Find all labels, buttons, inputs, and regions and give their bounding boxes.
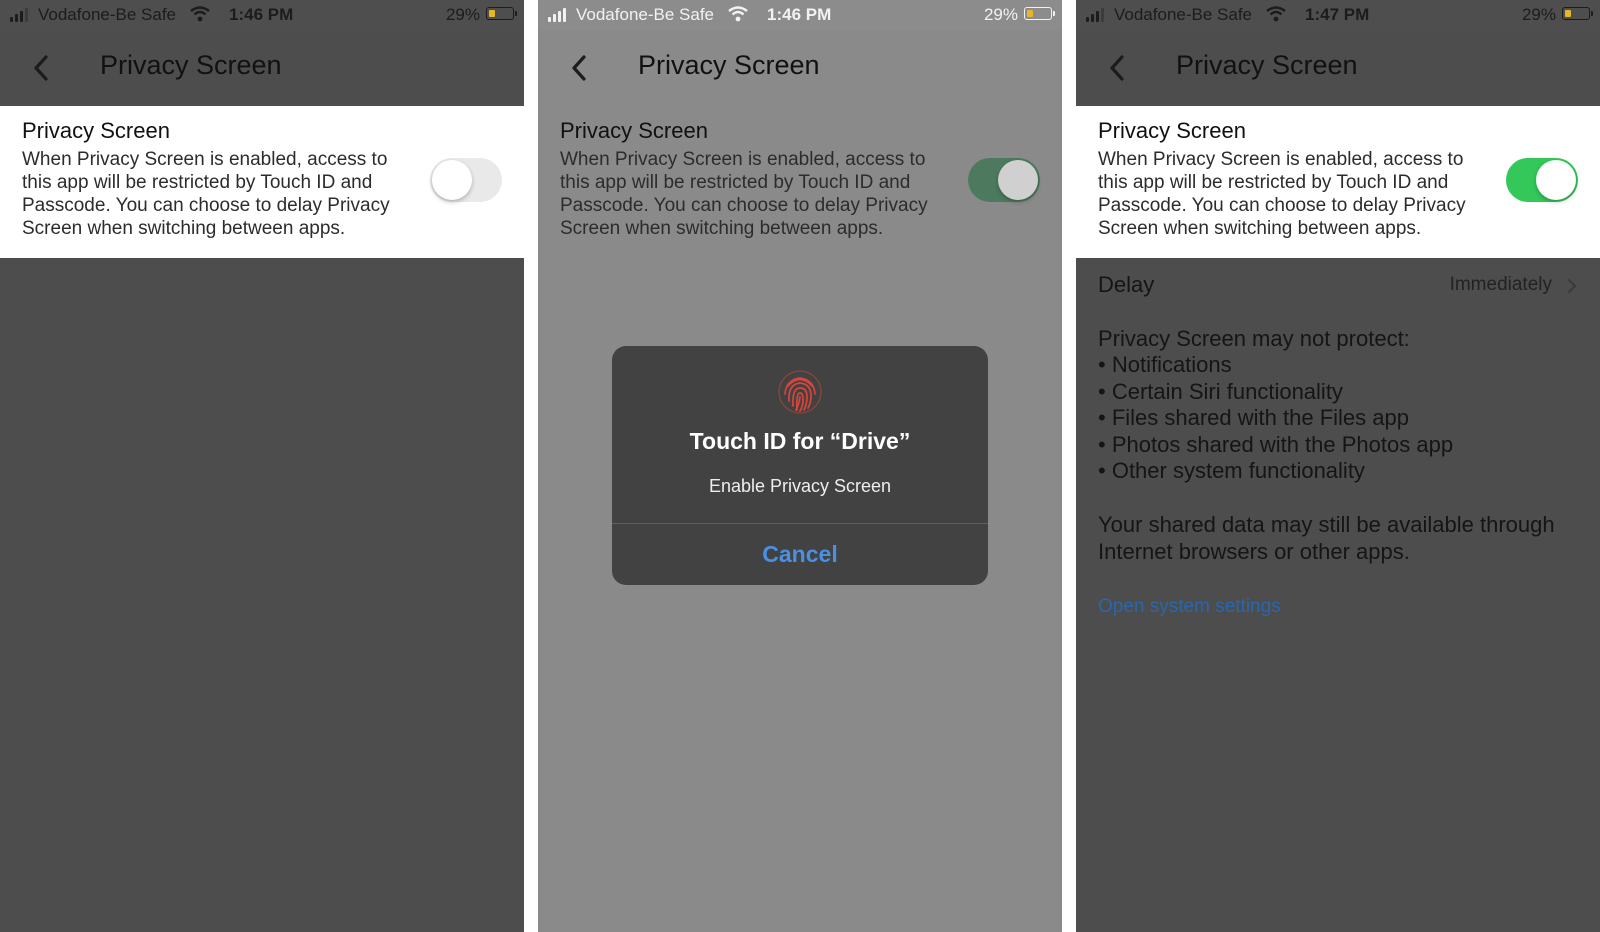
protection-title: Privacy Screen may not protect: bbox=[1098, 326, 1410, 351]
delay-row[interactable]: Delay Immediately bbox=[1076, 258, 1600, 314]
status-time: 1:47 PM bbox=[1305, 5, 1370, 24]
list-item: Certain Siri functionality bbox=[1098, 379, 1453, 406]
privacy-screen-setting: Privacy Screen When Privacy Screen is en… bbox=[1076, 106, 1600, 258]
setting-title: Privacy Screen bbox=[1098, 118, 1246, 143]
nav-bar: Privacy Screen bbox=[1076, 30, 1600, 106]
privacy-screen-setting: Privacy Screen When Privacy Screen is en… bbox=[0, 106, 524, 258]
toggle-knob bbox=[1536, 160, 1576, 200]
carrier-name: Vodafone-Be Safe bbox=[576, 5, 715, 24]
fingerprint-icon bbox=[778, 370, 822, 414]
cancel-button[interactable]: Cancel bbox=[612, 524, 988, 585]
list-item: Photos shared with the Photos app bbox=[1098, 432, 1453, 459]
privacy-screen-setting: Privacy Screen When Privacy Screen is en… bbox=[538, 106, 1062, 258]
touch-id-dialog: Touch ID for “Drive” Enable Privacy Scre… bbox=[612, 346, 988, 585]
open-system-settings-link[interactable]: Open system settings bbox=[1098, 596, 1281, 618]
wifi-icon bbox=[1266, 6, 1286, 22]
page-title: Privacy Screen bbox=[1176, 50, 1358, 80]
privacy-screen-toggle[interactable] bbox=[968, 158, 1040, 202]
status-time: 1:46 PM bbox=[767, 5, 832, 24]
signal-icon bbox=[10, 8, 30, 22]
list-item: Files shared with the Files app bbox=[1098, 405, 1453, 432]
signal-icon bbox=[1086, 8, 1106, 22]
shared-data-note: Your shared data may still be available … bbox=[1098, 512, 1555, 564]
carrier-name: Vodafone-Be Safe bbox=[1114, 5, 1253, 24]
screen-toggle-on: Vodafone-Be Safe 1:47 PM 29% Privacy Scr… bbox=[1076, 0, 1600, 932]
status-bar: Vodafone-Be Safe 1:47 PM 29% bbox=[1076, 0, 1600, 30]
toggle-knob bbox=[998, 160, 1038, 200]
wifi-icon bbox=[728, 6, 748, 22]
carrier-name: Vodafone-Be Safe bbox=[38, 5, 177, 24]
nav-bar: Privacy Screen bbox=[538, 30, 1062, 107]
battery-percent: 29% bbox=[445, 5, 480, 24]
battery-percent: 29% bbox=[1521, 5, 1556, 24]
dialog-title: Touch ID for “Drive” bbox=[689, 428, 911, 454]
back-chevron-icon[interactable] bbox=[566, 52, 594, 84]
setting-title: Privacy Screen bbox=[22, 118, 170, 143]
chevron-right-icon bbox=[1568, 279, 1576, 293]
page-title: Privacy Screen bbox=[638, 50, 820, 80]
wifi-icon bbox=[190, 6, 210, 22]
setting-description: When Privacy Screen is enabled, access t… bbox=[1098, 149, 1466, 239]
setting-title: Privacy Screen bbox=[560, 118, 708, 143]
delay-label: Delay bbox=[1098, 272, 1155, 297]
page-title: Privacy Screen bbox=[100, 50, 282, 80]
back-chevron-icon[interactable] bbox=[1104, 52, 1132, 84]
dialog-subtitle: Enable Privacy Screen bbox=[708, 476, 892, 496]
battery-icon bbox=[1562, 7, 1593, 20]
battery-icon bbox=[486, 7, 517, 20]
back-chevron-icon[interactable] bbox=[28, 52, 56, 84]
protection-list: Notifications Certain Siri functionality… bbox=[1098, 352, 1453, 485]
signal-icon bbox=[548, 8, 568, 22]
nav-bar: Privacy Screen bbox=[0, 30, 524, 106]
status-bar: Vodafone-Be Safe 1:46 PM 29% bbox=[0, 0, 524, 30]
privacy-screen-toggle[interactable] bbox=[1506, 158, 1578, 202]
setting-description: When Privacy Screen is enabled, access t… bbox=[560, 149, 928, 239]
toggle-knob bbox=[432, 160, 472, 200]
status-time: 1:46 PM bbox=[229, 5, 294, 24]
battery-icon bbox=[1024, 7, 1055, 20]
list-item: Other system functionality bbox=[1098, 458, 1453, 485]
setting-description: When Privacy Screen is enabled, access t… bbox=[22, 149, 390, 239]
privacy-screen-toggle[interactable] bbox=[430, 158, 502, 202]
list-item: Notifications bbox=[1098, 352, 1453, 379]
delay-value: Immediately bbox=[1449, 274, 1552, 295]
screen-toggle-off: Vodafone-Be Safe 1:46 PM 29% Privacy Scr… bbox=[0, 0, 524, 932]
screen-touch-id-prompt: Vodafone-Be Safe 1:46 PM 29% Privacy Scr… bbox=[538, 0, 1062, 932]
status-bar: Vodafone-Be Safe 1:46 PM 29% bbox=[538, 0, 1062, 30]
battery-percent: 29% bbox=[983, 5, 1018, 24]
